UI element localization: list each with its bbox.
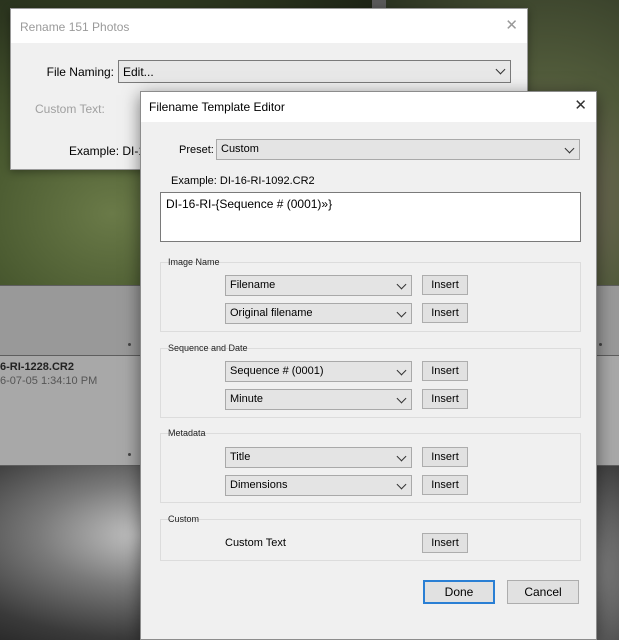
- chevron-down-icon: [396, 451, 407, 462]
- preset-label: Preset:: [179, 144, 214, 156]
- dialog-titlebar: Rename 151 Photos ✕: [11, 9, 527, 43]
- file-naming-value: Edit...: [123, 65, 154, 79]
- group-title-image-name: Image Name: [168, 257, 220, 267]
- insert-button[interactable]: Insert: [422, 361, 468, 381]
- select-value: Filename: [230, 279, 276, 291]
- insert-button[interactable]: Insert: [422, 475, 468, 495]
- chevron-down-icon: [396, 307, 407, 318]
- group-title-custom: Custom: [168, 514, 200, 524]
- insert-button[interactable]: Insert: [422, 533, 468, 553]
- insert-button[interactable]: Insert: [422, 389, 468, 409]
- chevron-down-icon: [495, 64, 506, 75]
- original-filename-select[interactable]: Original filename: [225, 303, 412, 324]
- date-select[interactable]: Minute: [225, 389, 412, 410]
- chevron-down-icon: [396, 365, 407, 376]
- chevron-down-icon: [396, 479, 407, 490]
- file-naming-select[interactable]: Edit...: [118, 60, 511, 83]
- template-text-field[interactable]: DI-16-RI-{Sequence # (0001)»}: [160, 192, 581, 242]
- group-title-sequence-and-date: Sequence and Date: [168, 343, 248, 353]
- select-value: Title: [230, 451, 251, 463]
- done-button[interactable]: Done: [423, 580, 495, 604]
- sequence-select[interactable]: Sequence # (0001): [225, 361, 412, 382]
- dialog-title: Rename 151 Photos: [20, 20, 130, 34]
- example-text: Example: DI-16-RI-1092.CR2: [171, 175, 315, 187]
- insert-button[interactable]: Insert: [422, 303, 468, 323]
- filename-template-editor-dialog: Filename Template Editor ✕ Preset: Custo…: [140, 91, 597, 640]
- select-value: Sequence # (0001): [230, 365, 324, 377]
- cell-dot-icon: [128, 453, 131, 456]
- cell-date: 6-07-05 1:34:10 PM: [0, 375, 98, 387]
- insert-button[interactable]: Insert: [422, 447, 468, 467]
- dialog-titlebar: Filename Template Editor ✕: [141, 92, 596, 122]
- group-title-metadata: Metadata: [168, 428, 206, 438]
- custom-text-label: Custom Text:: [35, 102, 105, 116]
- chevron-down-icon: [396, 393, 407, 404]
- custom-text-label: Custom Text: [225, 537, 286, 549]
- group-custom: [160, 519, 581, 561]
- cell-filename: 6-RI-1228.CR2: [0, 361, 74, 373]
- grid-cell-metadata: 6-RI-1228.CR2 6-07-05 1:34:10 PM: [0, 360, 97, 389]
- cell-dot-icon: [128, 343, 131, 346]
- select-value: Original filename: [230, 307, 313, 319]
- chevron-down-icon: [564, 143, 575, 154]
- file-naming-label: File Naming:: [46, 65, 114, 79]
- insert-button[interactable]: Insert: [422, 275, 468, 295]
- preset-value: Custom: [221, 143, 259, 155]
- select-value: Minute: [230, 393, 264, 405]
- image-name-select[interactable]: Filename: [225, 275, 412, 296]
- cell-dot-icon: [599, 343, 602, 346]
- metadata-title-select[interactable]: Title: [225, 447, 412, 468]
- select-value: Dimensions: [230, 479, 288, 491]
- chevron-down-icon: [396, 279, 407, 290]
- close-icon[interactable]: ✕: [574, 98, 587, 113]
- dialog-title: Filename Template Editor: [149, 100, 285, 114]
- close-icon[interactable]: ✕: [505, 18, 518, 33]
- metadata-dimensions-select[interactable]: Dimensions: [225, 475, 412, 496]
- cancel-button[interactable]: Cancel: [507, 580, 579, 604]
- preset-select[interactable]: Custom: [216, 139, 580, 160]
